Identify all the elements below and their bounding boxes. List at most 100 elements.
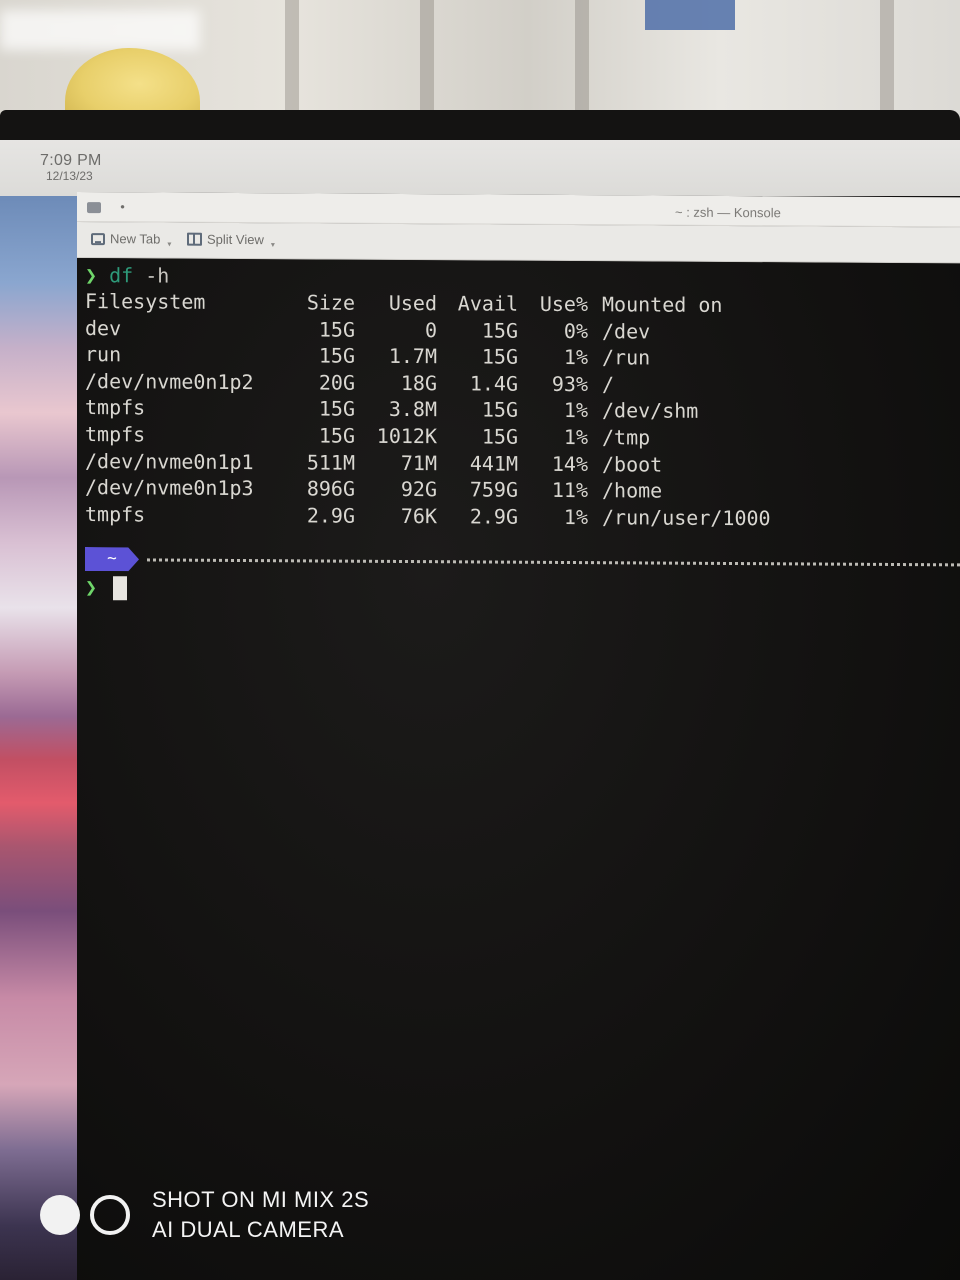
- background-room: [0, 0, 960, 125]
- wall-edge: [880, 0, 894, 125]
- watermark-line-1: SHOT ON MI MIX 2S: [152, 1187, 370, 1212]
- table-row: dev 15G 0 15G 0% /dev: [85, 315, 771, 346]
- cell-use-percent: 93%: [551, 371, 588, 396]
- table-row: run 15G 1.7M 15G 1% /run: [85, 341, 771, 372]
- cell-avail: 15G: [481, 397, 518, 423]
- cell-size: 896G: [306, 476, 355, 501]
- cell-mounted-on: /run: [602, 345, 651, 370]
- new-tab-button[interactable]: New Tab ▾: [91, 231, 171, 249]
- header-avail: Avail: [457, 291, 518, 316]
- header-use-percent: Use%: [539, 291, 588, 317]
- command-name: df: [109, 263, 134, 288]
- lens-dot-icon: [40, 1195, 80, 1235]
- watermark-text: SHOT ON MI MIX 2S AI DUAL CAMERA: [152, 1185, 369, 1245]
- cell-use-percent: 1%: [563, 504, 588, 529]
- desktop-wallpaper: [0, 196, 80, 1280]
- active-prompt: ❯: [85, 574, 97, 600]
- new-tab-icon: [91, 232, 105, 245]
- ceiling-light: [0, 10, 200, 50]
- table-row: /dev/nvme0n1p1 511M 71M 441M 14% /boot: [85, 448, 771, 479]
- cell-mounted-on: /dev/shm: [602, 398, 699, 424]
- cell-mounted-on: /run/user/1000: [602, 504, 771, 530]
- cell-size: 15G: [318, 396, 355, 422]
- header-filesystem: Filesystem: [85, 289, 206, 314]
- header-used: Used: [388, 290, 437, 316]
- command-line: ❯ df -h: [85, 262, 169, 289]
- poster: [645, 0, 735, 30]
- prompt-separator: [147, 558, 960, 567]
- cell-filesystem: dev: [85, 315, 122, 340]
- split-view-icon: [187, 232, 202, 246]
- table-row: /dev/nvme0n1p2 20G 18G 1.4G 93% /: [85, 368, 771, 399]
- command-args: -h: [145, 263, 170, 288]
- header-size: Size: [306, 290, 355, 315]
- cell-filesystem: /dev/nvme0n1p3: [85, 475, 254, 501]
- cell-used: 1.7M: [388, 344, 437, 369]
- cell-use-percent: 1%: [563, 424, 588, 450]
- cell-filesystem: /dev/nvme0n1p2: [85, 368, 254, 394]
- header-mounted-on: Mounted on: [602, 292, 723, 317]
- window-title: ~ : zsh — Konsole: [675, 204, 781, 221]
- prompt-arrow: ❯: [85, 263, 98, 288]
- konsole-app-icon[interactable]: [87, 202, 101, 214]
- cell-filesystem: /dev/nvme0n1p1: [85, 448, 254, 474]
- cell-mounted-on: /tmp: [602, 425, 651, 450]
- cell-avail: 2.9G: [469, 504, 518, 529]
- cell-size: 15G: [318, 343, 355, 368]
- clock-time: 7:09 PM: [40, 152, 102, 169]
- cell-filesystem: tmpfs: [85, 395, 146, 420]
- clock-widget[interactable]: 7:09 PM 12/13/23: [40, 152, 102, 183]
- cell-avail: 759G: [469, 477, 518, 502]
- cell-used: 0: [424, 317, 437, 342]
- cell-use-percent: 14%: [551, 451, 588, 476]
- desktop-panel: 7:09 PM 12/13/23: [0, 140, 960, 196]
- split-view-label: Split View: [207, 231, 264, 248]
- cell-use-percent: 11%: [551, 478, 588, 503]
- table-row: tmpfs 15G 1012K 15G 1% /tmp: [85, 421, 771, 452]
- watermark-line-2: AI DUAL CAMERA: [152, 1217, 345, 1242]
- cell-avail: 15G: [481, 424, 518, 449]
- cwd-badge: ~: [85, 547, 139, 571]
- konsole-window: • ~ : zsh — Konsole New Tab ▾ Split View…: [77, 192, 960, 1280]
- wall-edge: [420, 0, 434, 125]
- terminal-view[interactable]: ❯ df -h Filesystem Size Used Avail Use% …: [77, 258, 960, 1280]
- chevron-down-icon[interactable]: ▾: [167, 240, 171, 249]
- cell-used: 3.8M: [388, 397, 437, 422]
- cell-avail: 15G: [481, 318, 518, 343]
- cell-size: 15G: [318, 423, 355, 448]
- wall-edge: [285, 0, 299, 125]
- camera-watermark: SHOT ON MI MIX 2S AI DUAL CAMERA: [40, 1185, 369, 1245]
- cell-filesystem: tmpfs: [85, 422, 146, 447]
- table-row: tmpfs 2.9G 76K 2.9G 1% /run/user/1000: [85, 501, 771, 532]
- df-output-table: Filesystem Size Used Avail Use% Mounted …: [85, 288, 771, 532]
- cell-used: 18G: [400, 370, 437, 395]
- new-tab-label: New Tab: [110, 231, 161, 247]
- cell-size: 2.9G: [306, 503, 355, 528]
- prompt-arrow: ❯: [85, 575, 98, 600]
- cell-filesystem: tmpfs: [85, 501, 146, 527]
- cell-avail: 441M: [469, 450, 518, 476]
- cell-mounted-on: /dev: [602, 318, 651, 344]
- chevron-down-icon[interactable]: ▾: [271, 240, 275, 249]
- text-cursor[interactable]: [113, 576, 127, 601]
- cell-used: 1012K: [376, 423, 437, 449]
- cell-avail: 15G: [481, 344, 518, 369]
- wall-edge: [575, 0, 589, 125]
- cell-avail: 1.4G: [469, 371, 518, 396]
- cell-size: 15G: [318, 317, 355, 342]
- cell-used: 92G: [400, 477, 437, 502]
- df-header-row: Filesystem Size Used Avail Use% Mounted …: [85, 288, 771, 319]
- cell-use-percent: 0%: [563, 318, 588, 343]
- cell-size: 511M: [306, 449, 355, 475]
- cell-size: 20G: [318, 370, 355, 395]
- clock-date: 12/13/23: [46, 169, 93, 183]
- split-view-button[interactable]: Split View ▾: [187, 231, 275, 249]
- cell-mounted-on: /boot: [602, 451, 663, 477]
- table-row: tmpfs 15G 3.8M 15G 1% /dev/shm: [85, 394, 771, 425]
- cell-used: 71M: [400, 450, 437, 475]
- konsole-toolbar: New Tab ▾ Split View ▾: [77, 222, 960, 264]
- pin-icon[interactable]: •: [119, 200, 126, 214]
- cell-use-percent: 1%: [563, 345, 588, 370]
- cell-use-percent: 1%: [563, 398, 588, 423]
- lens-ring-icon: [90, 1195, 130, 1235]
